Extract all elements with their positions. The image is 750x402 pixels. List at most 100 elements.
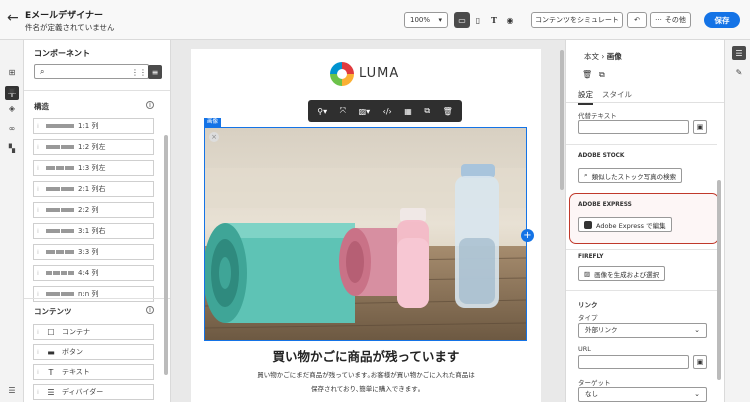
simulate-content-button[interactable]: コンテンツをシミュレート: [531, 12, 623, 28]
layers-icon[interactable]: ◈: [6, 102, 18, 114]
drag-handle-icon[interactable]: ⁞: [34, 329, 46, 336]
list-view-icon[interactable]: ≡: [148, 65, 162, 79]
search-icon: ⌕: [40, 67, 45, 76]
settings-icon[interactable]: ☰: [6, 384, 18, 396]
drag-handle-icon[interactable]: ⁞: [34, 291, 46, 298]
structure-item-label: 2:1 列右: [78, 185, 106, 193]
image-icon[interactable]: ▨▾: [359, 107, 371, 116]
zoom-select[interactable]: 100% ▾: [404, 12, 448, 28]
drag-handle-icon[interactable]: ⁞: [34, 186, 46, 193]
drag-handle-icon[interactable]: ⁞: [34, 389, 46, 396]
mobile-view-icon[interactable]: ▯: [470, 12, 486, 28]
document-subtitle[interactable]: 件名が定義されていません: [25, 22, 115, 33]
top-bar: ← Eメールデザイナー 件名が定義されていません 100% ▾ ▭ ▯ T ◉ …: [0, 0, 750, 40]
alt-text-label: 代替テキスト: [578, 112, 617, 120]
text-view-icon[interactable]: T: [486, 12, 502, 28]
link-icon[interactable]: ∞: [6, 122, 18, 134]
column-layout-icon: [46, 124, 74, 128]
yoga-mats-photo: [205, 128, 526, 340]
hero-image[interactable]: ×: [204, 127, 527, 341]
breadcrumb: 本文 › 画像: [584, 51, 622, 62]
drag-handle-icon[interactable]: ⁞: [34, 144, 46, 151]
drag-handle-icon[interactable]: ⁞: [34, 165, 46, 172]
alt-text-input[interactable]: [578, 120, 689, 134]
alt-text-picker-icon[interactable]: ▣: [693, 120, 707, 134]
column-layout-icon: [46, 271, 74, 275]
breadcrumb-current: 画像: [606, 52, 622, 61]
structure-item[interactable]: ⁞ 1:1 列: [33, 118, 154, 134]
tab-style[interactable]: スタイル: [602, 89, 632, 100]
drag-handle-icon[interactable]: ⁞: [34, 349, 46, 356]
canvas-scrollbar[interactable]: [560, 50, 564, 190]
structure-item[interactable]: ⁞ 2:1 列右: [33, 181, 154, 197]
add-block-icon[interactable]: +: [521, 229, 534, 242]
url-input[interactable]: [578, 355, 689, 369]
breadcrumb-parent[interactable]: 本文: [584, 52, 599, 61]
email-body-line2[interactable]: 保存されており､簡単に購入できます｡: [191, 383, 541, 393]
info-icon[interactable]: i: [146, 306, 154, 314]
layout-icon[interactable]: ▦: [404, 107, 412, 116]
structure-item-label: 3:1 列右: [78, 227, 106, 235]
back-arrow-icon[interactable]: ←: [7, 10, 19, 26]
info-icon[interactable]: i: [146, 101, 154, 109]
tile-view-icon[interactable]: ⋮⋮: [131, 65, 147, 79]
structure-item[interactable]: ⁞ 3:1 列右: [33, 223, 154, 239]
close-icon[interactable]: ×: [209, 132, 219, 142]
link-type-select[interactable]: 外部リンク ⌄: [578, 323, 707, 338]
content-item[interactable]: ⁞ ☐ コンテナ: [33, 324, 154, 340]
email-headline[interactable]: 買い物かごに商品が残っています: [191, 346, 541, 365]
drag-handle-icon[interactable]: ⁞: [34, 249, 46, 256]
code-icon[interactable]: ‹/›: [383, 107, 392, 116]
column-layout-icon: [46, 292, 74, 296]
link-type-value: 外部リンク: [585, 326, 618, 334]
trash-icon[interactable]: 🗑: [582, 70, 592, 79]
drag-handle-icon[interactable]: ⁞: [34, 270, 46, 277]
structure-item[interactable]: ⁞ 1:2 列左: [33, 139, 154, 155]
content-item[interactable]: ⁞ ☰ ディバイダー: [33, 384, 154, 400]
email-body: LUMA 画像 × + ⚲▾ ⤧ ▨▾ ‹/› ▦ ⧉ 🗑 買い物かごに商品が残…: [191, 49, 541, 402]
panel-scrollbar[interactable]: [164, 135, 168, 375]
firefly-generate-button[interactable]: ▨ 画像を生成および選択: [578, 266, 666, 281]
drag-handle-icon[interactable]: ⁞: [34, 123, 46, 130]
duplicate-icon[interactable]: ⧉: [424, 106, 430, 116]
edit-icon[interactable]: ✎: [733, 66, 745, 78]
layers-grid-icon[interactable]: ⊞: [6, 66, 18, 78]
duplicate-icon[interactable]: ⧉: [599, 70, 605, 80]
structure-item[interactable]: ⁞ 2:2 列: [33, 202, 154, 218]
search-icon: ⌕: [584, 171, 588, 179]
drag-handle-icon[interactable]: ⁞: [34, 228, 46, 235]
chevron-down-icon: ▾: [438, 16, 442, 24]
structure-item-label: 1:3 列左: [78, 164, 106, 172]
save-button[interactable]: 保存: [704, 12, 740, 28]
right-rail: ☰ ✎: [724, 40, 750, 402]
properties-icon[interactable]: ☰: [732, 46, 746, 60]
adobe-express-edit-button[interactable]: Adobe Express で編集: [578, 217, 672, 232]
drag-handle-icon[interactable]: ⁞: [34, 369, 46, 376]
desktop-view-icon[interactable]: ▭: [454, 12, 470, 28]
undo-button[interactable]: ↶: [627, 12, 647, 28]
panel-scrollbar[interactable]: [717, 180, 721, 380]
content-item[interactable]: ⁞ ▬ ボタン: [33, 344, 154, 360]
unlink-icon[interactable]: ⤧: [340, 106, 346, 116]
email-body-line1[interactable]: 買い物かごにまだ商品が残っています｡お客様が買い物かごに入れた商品は: [191, 369, 541, 379]
assets-icon[interactable]: ▣: [6, 84, 18, 96]
structure-item[interactable]: ⁞ 3:3 列: [33, 244, 154, 260]
text-icon: T: [48, 367, 54, 377]
structure-item[interactable]: ⁞ 4:4 列: [33, 265, 154, 281]
link-icon[interactable]: ⚲▾: [317, 107, 327, 116]
url-picker-icon[interactable]: ▣: [693, 355, 707, 369]
structure-item[interactable]: ⁞ 1:3 列左: [33, 160, 154, 176]
more-button[interactable]: ··· その他: [650, 12, 691, 28]
properties-panel: 本文 › 画像 🗑 ⧉ 設定 スタイル 代替テキスト ▣ ADOBE STOCK…: [565, 40, 724, 402]
content-item[interactable]: ⁞ T テキスト: [33, 364, 154, 380]
target-select[interactable]: なし ⌄: [578, 387, 707, 402]
image-generate-icon: ▨: [584, 269, 591, 278]
document-title: Eメールデザイナー: [25, 11, 103, 21]
delete-icon[interactable]: 🗑: [443, 107, 453, 116]
left-rail: + ⊞ ▣ ◈ ∞ ▚ ☰: [0, 40, 24, 402]
structure-item[interactable]: ⁞ n:n 列: [33, 286, 154, 302]
fragments-icon[interactable]: ▚: [6, 142, 18, 154]
preview-eye-icon[interactable]: ◉: [502, 12, 518, 28]
stock-search-button[interactable]: ⌕ 類似したストック写真の検索: [578, 168, 683, 183]
drag-handle-icon[interactable]: ⁞: [34, 207, 46, 214]
